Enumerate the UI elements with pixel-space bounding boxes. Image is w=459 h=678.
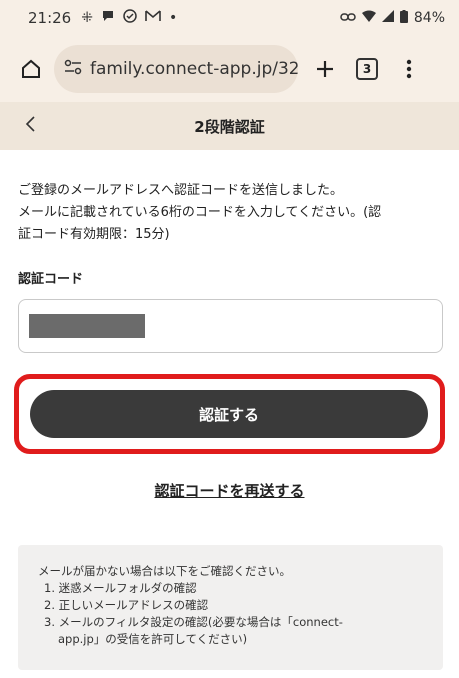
status-time: 21:26 [28, 9, 72, 27]
notice-item: 2. 正しいメールアドレスの確認 [44, 598, 209, 612]
tab-count: 3 [356, 58, 378, 80]
signal-icon [381, 10, 394, 26]
new-tab-icon[interactable] [308, 52, 342, 86]
help-notice: メールが届かない場合は以下をご確認ください。 1. 迷惑メールフォルダの確認 2… [18, 545, 443, 670]
tab-switcher-button[interactable]: 3 [350, 52, 384, 86]
battery-icon [399, 9, 408, 27]
notice-item: app.jp」の受信を許可してください) [58, 632, 248, 646]
more-dot-icon: • [168, 10, 178, 26]
highlight-frame: 認証する [14, 374, 445, 454]
notice-item: 3. メールのフィルタ設定の確認(必要な場合は「connect- [44, 615, 343, 629]
browser-toolbar: family.connect-app.jp/32 3 [0, 36, 459, 102]
instruction-line-2: メールに記載されている6桁のコードを入力してください。(認 [18, 205, 382, 220]
link-icon [340, 10, 356, 26]
code-label: 認証コード [18, 272, 84, 287]
notice-heading: メールが届かない場合は以下をご確認ください。 [38, 564, 291, 578]
slack-icon: ⁜ [81, 10, 93, 26]
gmail-icon [145, 10, 161, 26]
code-input-field[interactable] [18, 299, 443, 353]
back-chevron-icon[interactable] [24, 114, 44, 138]
page-header: 2段階認証 [0, 102, 459, 150]
status-bar: 21:26 ⁜ • 84% [0, 0, 459, 36]
site-settings-icon[interactable] [64, 59, 82, 79]
wifi-icon [361, 10, 376, 26]
submit-button[interactable]: 認証する [30, 390, 428, 438]
notification-icons: ⁜ • [81, 9, 177, 27]
code-input[interactable] [19, 300, 442, 352]
instruction-text: ご登録のメールアドレスへ認証コードを送信しました。 メールに記載されている6桁の… [18, 180, 443, 246]
url-text[interactable]: family.connect-app.jp/32 [90, 59, 298, 79]
system-icons: 84% [340, 9, 445, 27]
home-icon[interactable] [14, 52, 48, 86]
battery-percent: 84% [413, 10, 445, 26]
page-title: 2段階認証 [194, 117, 265, 136]
resend-code-link[interactable]: 認証コードを再送する [0, 480, 459, 501]
instruction-line-1: ご登録のメールアドレスへ認証コードを送信しました。 [18, 183, 344, 198]
chat-bubble-icon [101, 9, 115, 27]
check-circle-icon [123, 9, 137, 27]
instruction-line-3: 証コード有効期限：15分) [18, 227, 170, 242]
main-content: ご登録のメールアドレスへ認証コードを送信しました。 メールに記載されている6桁の… [18, 150, 443, 353]
menu-dots-icon[interactable] [392, 52, 426, 86]
notice-item: 1. 迷惑メールフォルダの確認 [44, 581, 197, 595]
address-bar[interactable]: family.connect-app.jp/32 [54, 45, 298, 93]
